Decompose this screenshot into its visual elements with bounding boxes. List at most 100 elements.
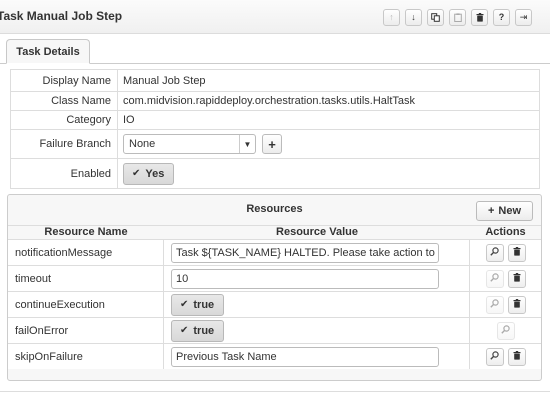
tab-bar: Task Details [0, 35, 550, 65]
resource-toggle-label: true [193, 298, 215, 311]
check-icon: ✔ [180, 325, 189, 336]
delete-resource-button[interactable] [507, 269, 526, 288]
enabled-row: Enabled ✔ Yes [11, 159, 539, 188]
category-row: Category IO [11, 111, 539, 130]
delete-resource-button[interactable] [507, 295, 526, 314]
move-down-button[interactable]: ↓ [405, 9, 422, 26]
new-resource-button[interactable]: + New [476, 201, 533, 221]
resource-toggle-label: true [193, 324, 215, 337]
resource-value-cell: ✔ true [164, 318, 470, 343]
column-resource-value: Resource Value [276, 226, 358, 238]
paste-icon [453, 13, 462, 22]
collapse-button[interactable]: ⇥ [515, 9, 532, 26]
resource-name-cell: timeout [8, 266, 164, 291]
resource-name-cell: notificationMessage [8, 240, 164, 265]
help-button[interactable]: ? [493, 9, 510, 26]
resource-name-cell: skipOnFailure [8, 344, 164, 369]
resource-actions-cell [470, 292, 541, 317]
collapse-icon: ⇥ [519, 12, 528, 22]
bottom-divider [0, 391, 550, 392]
failure-branch-cell: None ▼ + [118, 130, 539, 158]
table-row: failOnError ✔ true [8, 317, 541, 343]
search-icon [490, 298, 499, 311]
search-icon [490, 246, 499, 259]
resource-actions-cell [470, 266, 541, 291]
move-up-button[interactable]: ↑ [383, 9, 400, 26]
enabled-toggle[interactable]: ✔ Yes [123, 162, 175, 185]
delete-resource-button[interactable] [507, 243, 526, 262]
paste-button[interactable] [449, 9, 466, 26]
help-icon: ? [498, 12, 505, 22]
copy-icon [431, 13, 440, 22]
copy-button[interactable] [427, 9, 444, 26]
resource-value-cell: 10 [164, 266, 470, 291]
table-row: notificationMessage Task ${TASK_NAME} HAL… [8, 239, 541, 265]
page-title: Task Manual Job Step [0, 9, 123, 23]
resource-name-cell: continueExecution [8, 292, 164, 317]
resource-value-cell: Task ${TASK_NAME} HALTED. Please take ac… [164, 240, 470, 265]
search-resource-button [496, 321, 515, 340]
trash-icon [513, 272, 521, 285]
resource-actions-cell [470, 344, 541, 369]
category-value: IO [123, 114, 135, 126]
move-down-icon: ↓ [411, 12, 416, 22]
resources-title: Resources [246, 203, 303, 215]
resources-panel: Resources + New Resource Name Resource V… [7, 194, 542, 381]
resource-value-cell: Previous Task Name [164, 344, 470, 369]
table-row: timeout 10 [8, 265, 541, 291]
new-resource-label: New [498, 205, 522, 217]
column-resource-name: Resource Name [44, 226, 128, 238]
search-resource-button[interactable] [485, 347, 504, 366]
enabled-cell: ✔ Yes [118, 159, 539, 188]
delete-resource-button[interactable] [507, 347, 526, 366]
plus-icon: + [487, 205, 495, 217]
window-header: Task Manual Job Step ↑ ↓? ⇥ [0, 0, 550, 34]
search-resource-button[interactable] [485, 243, 504, 262]
resource-value-input[interactable]: Previous Task Name [171, 346, 439, 367]
resource-value-toggle[interactable]: ✔ true [171, 293, 225, 316]
resource-name-cell: failOnError [8, 318, 164, 343]
resource-value-toggle[interactable]: ✔ true [171, 319, 225, 342]
failure-branch-row: Failure Branch None ▼ + [11, 130, 539, 159]
check-icon: ✔ [180, 299, 189, 310]
resource-value-cell: ✔ true [164, 292, 470, 317]
search-icon [501, 324, 510, 337]
move-up-icon: ↑ [389, 12, 394, 22]
delete-button[interactable] [471, 9, 488, 26]
chevron-down-icon: ▼ [239, 135, 255, 153]
resource-actions-cell [470, 318, 541, 343]
class-name-row: Class Name com.midvision.rapiddeploy.orc… [11, 92, 539, 111]
failure-branch-selected: None [129, 138, 156, 150]
resource-value-input[interactable]: Task ${TASK_NAME} HALTED. Please take ac… [171, 242, 439, 263]
search-icon [490, 350, 499, 363]
resource-actions-cell [470, 240, 541, 265]
display-name-label: Display Name [11, 70, 118, 91]
resource-value-input[interactable]: 10 [171, 268, 439, 289]
check-icon: ✔ [132, 168, 141, 179]
tab-task-details[interactable]: Task Details [6, 39, 90, 64]
delete-icon [476, 13, 484, 22]
table-row: skipOnFailure Previous Task Name [8, 343, 541, 369]
failure-branch-label: Failure Branch [11, 130, 118, 158]
enabled-toggle-label: Yes [145, 167, 165, 180]
search-resource-button [485, 295, 504, 314]
display-name-value: Manual Job Step [123, 74, 206, 87]
search-icon [490, 272, 499, 285]
category-label: Category [11, 111, 118, 129]
column-actions: Actions [485, 226, 526, 238]
resources-header: Resources + New [8, 195, 541, 225]
display-name-row: Display Name Manual Job Step [11, 70, 539, 92]
enabled-label: Enabled [11, 159, 118, 188]
resources-column-headers: Resource Name Resource Value Actions [8, 225, 541, 238]
trash-icon [513, 298, 521, 311]
trash-icon [513, 246, 521, 259]
trash-icon [513, 350, 521, 363]
add-branch-button[interactable]: + [262, 134, 282, 154]
class-name-label: Class Name [11, 92, 118, 110]
plus-icon: + [268, 136, 276, 152]
search-resource-button [485, 269, 504, 288]
failure-branch-select[interactable]: None ▼ [123, 134, 256, 154]
table-row: continueExecution ✔ true [8, 291, 541, 317]
task-details-table: Display Name Manual Job Step Class Name … [10, 69, 540, 189]
class-name-value: com.midvision.rapiddeploy.orchestration.… [123, 95, 416, 107]
